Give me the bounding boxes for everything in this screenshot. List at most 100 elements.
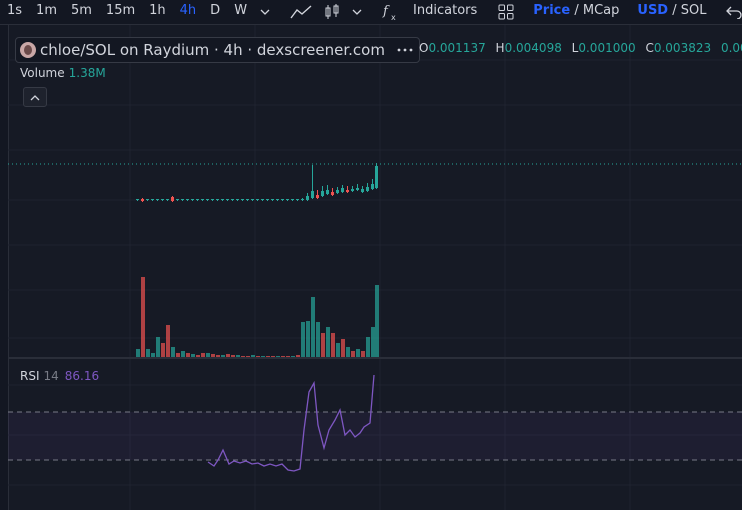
candle-body — [296, 199, 299, 200]
volume-bar — [375, 285, 379, 357]
volume-bar — [286, 356, 290, 357]
rsi-value: 86.16 — [64, 369, 100, 383]
candle-body — [236, 199, 239, 200]
volume-legend: Volume 1.38M — [20, 66, 106, 80]
candle-body — [306, 196, 309, 200]
volume-bar — [326, 327, 330, 357]
volume-bar — [211, 354, 215, 357]
change-value: 0.002686 — [720, 41, 742, 55]
volume-bar — [166, 325, 170, 357]
candle-body — [351, 189, 354, 191]
volume-bar — [316, 322, 320, 357]
candle-body — [256, 199, 259, 200]
volume-bar — [361, 351, 365, 357]
volume-bar — [256, 356, 260, 357]
rsi-label: RSI — [20, 369, 40, 383]
volume-bar — [171, 347, 175, 357]
candle-body — [136, 199, 139, 200]
candle-body — [146, 199, 149, 200]
ohlc-values: O0.001137 H0.004098 L0.001000 C0.003823 … — [419, 41, 742, 55]
candle-body — [226, 199, 229, 200]
close-value: 0.003823 — [653, 41, 712, 55]
volume-bar — [276, 356, 280, 357]
candle-body — [356, 188, 359, 190]
candle-body — [151, 199, 154, 200]
candle-body — [321, 191, 324, 196]
volume-bar — [341, 339, 345, 357]
close-label: C — [645, 41, 654, 55]
volume-bar — [151, 353, 155, 357]
candle-body — [301, 199, 304, 200]
candle-body — [331, 192, 334, 195]
candle-body — [241, 199, 244, 200]
volume-bar — [161, 343, 165, 357]
candle-body — [246, 199, 249, 200]
candle-body — [266, 199, 269, 200]
candle-body — [171, 197, 174, 201]
volume-bar — [311, 297, 315, 357]
volume-bar — [331, 333, 335, 357]
volume-bar — [301, 322, 305, 357]
candle-body — [211, 199, 214, 200]
candle-body — [196, 199, 199, 200]
low-value: 0.001000 — [578, 41, 636, 55]
candle-body — [371, 184, 374, 189]
candle-body — [366, 187, 369, 191]
candle-body — [291, 199, 294, 200]
volume-bar — [216, 355, 220, 357]
volume-label: Volume — [20, 66, 65, 80]
candle-body — [231, 199, 234, 200]
candle-body — [375, 166, 378, 188]
settings-icon[interactable] — [397, 46, 413, 54]
candle-body — [156, 199, 159, 200]
candle-body — [341, 188, 344, 192]
candlesticks — [136, 163, 378, 202]
candle-body — [311, 191, 314, 198]
rsi-legend: RSI 14 86.16 — [20, 369, 99, 383]
candle-body — [276, 199, 279, 200]
candle-body — [181, 199, 184, 200]
symbol-title[interactable]: chloe/SOL on Raydium · 4h · dexscreener.… — [15, 37, 420, 63]
candle-body — [316, 195, 319, 198]
chart-plot — [8, 25, 742, 510]
volume-bar — [356, 349, 360, 357]
volume-bar — [366, 337, 370, 357]
candle-body — [251, 199, 254, 200]
candle-body — [281, 199, 284, 200]
candle-body — [346, 190, 349, 192]
volume-bar — [136, 349, 140, 357]
volume-bar — [181, 351, 185, 357]
volume-bar — [306, 321, 310, 357]
volume-bar — [191, 354, 195, 357]
candle-body — [141, 199, 144, 201]
candle-body — [166, 199, 169, 200]
volume-bar — [176, 353, 180, 357]
high-label: H — [495, 41, 505, 55]
chevron-up-icon — [30, 94, 40, 101]
volume-bars — [136, 277, 379, 357]
volume-bar — [226, 354, 230, 357]
volume-bar — [271, 356, 275, 357]
volume-bar — [251, 355, 255, 357]
candle-body — [206, 199, 209, 200]
volume-value: 1.38M — [68, 66, 106, 80]
candle-body — [161, 199, 164, 200]
candle-body — [286, 199, 289, 200]
rsi-period: 14 — [43, 369, 59, 383]
token-avatar — [20, 42, 36, 58]
collapse-legend-button[interactable] — [23, 87, 47, 107]
candle-body — [271, 199, 274, 200]
symbol-title-text: chloe/SOL on Raydium · 4h · dexscreener.… — [40, 41, 385, 59]
volume-bar — [261, 356, 265, 357]
volume-bar — [346, 347, 350, 357]
volume-bar — [156, 337, 160, 357]
candle-body — [191, 199, 194, 200]
high-value: 0.004098 — [504, 41, 562, 55]
open-value: 0.001137 — [428, 41, 486, 55]
volume-bar — [351, 351, 355, 357]
candle-body — [201, 199, 204, 200]
volume-bar — [321, 333, 325, 357]
volume-bar — [206, 353, 210, 357]
volume-bar — [141, 277, 145, 357]
volume-bar — [336, 343, 340, 357]
